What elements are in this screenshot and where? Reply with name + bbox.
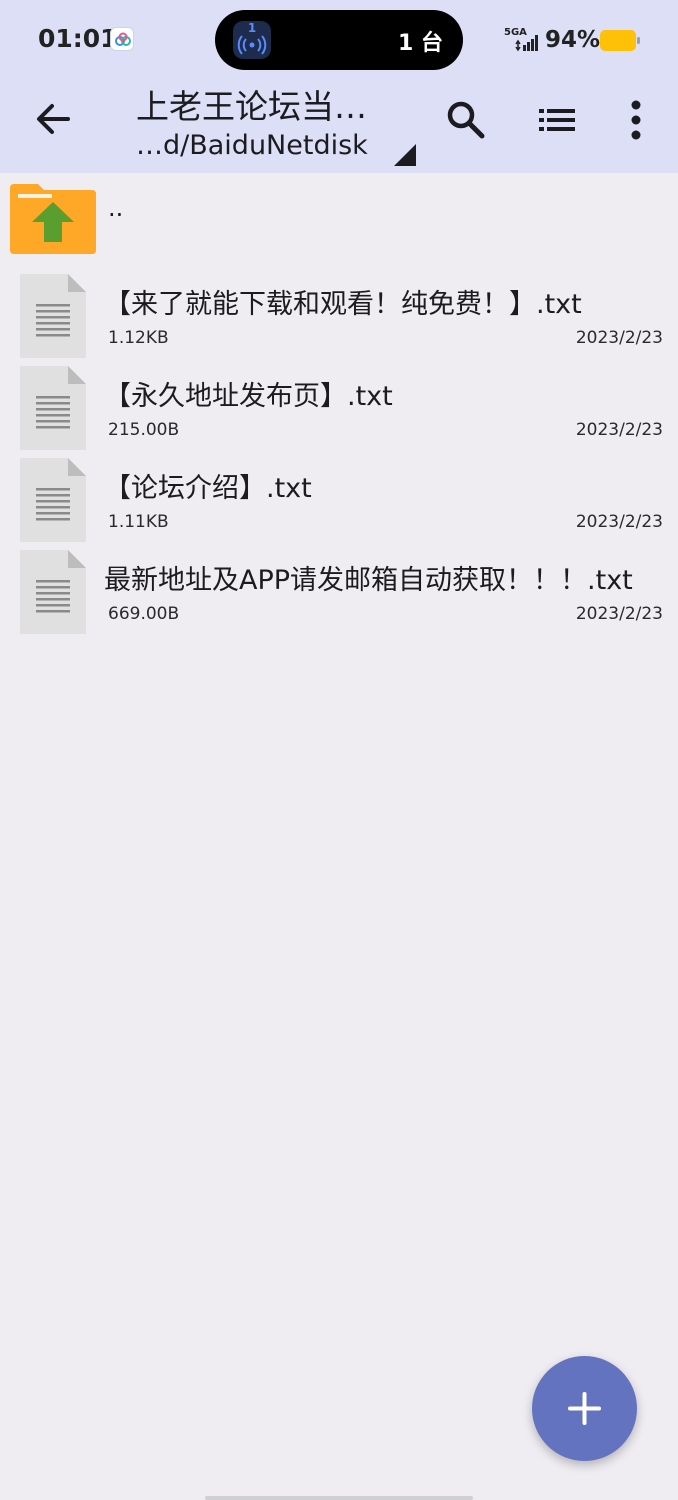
file-date: 2023/2/23 bbox=[575, 604, 663, 624]
status-time: 01:01 bbox=[38, 24, 118, 53]
file-name: 【论坛介绍】.txt bbox=[104, 473, 312, 504]
connected-devices-count: 1 台 bbox=[398, 31, 443, 56]
folder-path[interactable]: …d/BaiduNetdisk bbox=[136, 130, 396, 166]
list-view-icon[interactable] bbox=[536, 102, 578, 138]
battery-icon bbox=[600, 30, 640, 51]
app-header: 01:01 1 1 台 5GA 94% 上老王论坛当… …d/BaiduNetd… bbox=[0, 0, 678, 173]
plus-icon bbox=[568, 1392, 601, 1425]
add-fab-button[interactable] bbox=[532, 1356, 637, 1461]
parent-directory-row[interactable]: .. bbox=[0, 176, 678, 258]
signal-icon bbox=[515, 35, 538, 52]
folder-title: 上老王论坛当… bbox=[136, 87, 367, 124]
path-dropdown-icon[interactable] bbox=[394, 144, 416, 166]
text-file-icon bbox=[20, 458, 86, 542]
file-row[interactable]: 最新地址及APP请发邮箱自动获取！！！.txt 669.00B 2023/2/2… bbox=[0, 544, 678, 636]
file-size: 1.11KB bbox=[108, 512, 169, 532]
file-date: 2023/2/23 bbox=[575, 420, 663, 440]
more-options-icon[interactable] bbox=[622, 98, 650, 142]
file-row[interactable]: 【论坛介绍】.txt 1.11KB 2023/2/23 bbox=[0, 452, 678, 544]
file-size: 1.12KB bbox=[108, 328, 169, 348]
file-row[interactable]: 【来了就能下载和观看！纯免费！】.txt 1.12KB 2023/2/23 bbox=[0, 268, 678, 360]
file-date: 2023/2/23 bbox=[575, 328, 663, 348]
file-name: 【永久地址发布页】.txt bbox=[104, 381, 393, 412]
file-size: 669.00B bbox=[108, 604, 180, 624]
battery-percent: 94% bbox=[545, 27, 601, 53]
text-file-icon bbox=[20, 274, 86, 358]
file-name: 【来了就能下载和观看！纯免费！】.txt bbox=[104, 289, 582, 320]
file-row[interactable]: 【永久地址发布页】.txt 215.00B 2023/2/23 bbox=[0, 360, 678, 452]
file-date: 2023/2/23 bbox=[575, 512, 663, 532]
home-indicator[interactable] bbox=[205, 1496, 473, 1500]
hotspot-icon: 1 bbox=[233, 21, 271, 59]
back-arrow-icon[interactable] bbox=[32, 98, 74, 140]
text-file-icon bbox=[20, 550, 86, 634]
file-name: 最新地址及APP请发邮箱自动获取！！！.txt bbox=[104, 565, 633, 596]
text-file-icon bbox=[20, 366, 86, 450]
parent-directory-label: .. bbox=[108, 194, 124, 222]
cloud-app-icon bbox=[110, 27, 134, 51]
search-icon[interactable] bbox=[444, 98, 488, 142]
dynamic-island[interactable]: 1 1 台 bbox=[215, 10, 463, 70]
file-size: 215.00B bbox=[108, 420, 180, 440]
folder-up-icon bbox=[10, 184, 96, 254]
